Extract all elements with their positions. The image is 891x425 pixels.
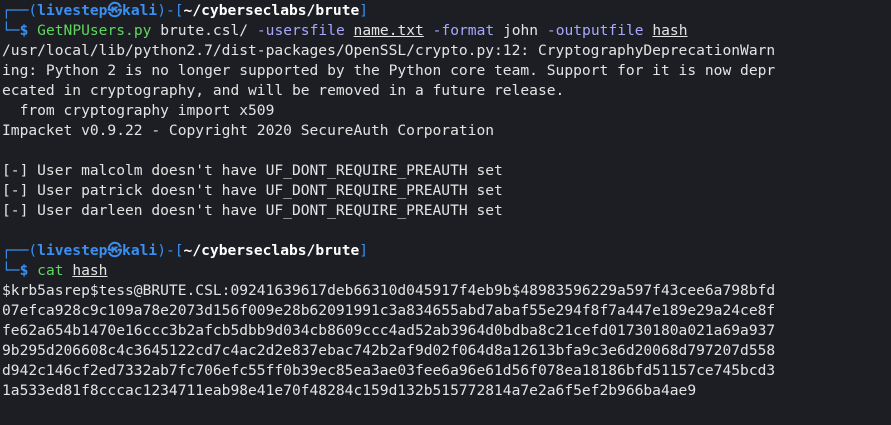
command-file: hash xyxy=(72,262,108,279)
output-line: ing: Python 2 is no longer supported by … xyxy=(2,62,776,79)
hash-output-line: 9b295d206608c4c3645122cd7c4ac2d2e837ebac… xyxy=(2,342,776,359)
command-line[interactable]: └─$ cat hash xyxy=(2,261,889,281)
output-line: /usr/local/lib/python2.7/dist-packages/O… xyxy=(2,42,776,59)
command-flag: -usersfile xyxy=(256,22,345,39)
prompt-user-host: livestep㉿kali xyxy=(37,242,158,259)
prompt-frame: )-[ xyxy=(157,2,184,19)
prompt-frame-close: ] xyxy=(359,2,369,19)
prompt-symbol: $ xyxy=(19,262,29,279)
hash-output-line: d942c146cf2ed7332ab7fc706efc55ff0b39ec85… xyxy=(2,362,776,379)
prompt-frame: )-[ xyxy=(157,242,184,259)
terminal-window[interactable]: ┌──(livestep㉿kali)-[~/cyberseclabs/brute… xyxy=(2,1,889,425)
hash-output-line: fe62a654b1470e16ccc3b2afcb5dbb9d034cb860… xyxy=(2,322,776,339)
command-arg: brute.csl/ xyxy=(160,22,249,39)
command-line[interactable]: └─$ GetNPUsers.py brute.csl/ -usersfile … xyxy=(2,21,889,41)
prompt-frame: └─ xyxy=(2,262,20,279)
output-line: [-] User darleen doesn't have UF_DONT_RE… xyxy=(2,202,503,219)
command-arg: john xyxy=(502,22,539,39)
command-name: cat xyxy=(37,262,64,279)
output-line: from cryptography import x509 xyxy=(2,102,275,119)
output-line: Impacket v0.9.22 - Copyright 2020 Secure… xyxy=(2,122,495,139)
command-output: /usr/local/lib/python2.7/dist-packages/O… xyxy=(2,41,889,241)
prompt-line-top: ┌──(livestep㉿kali)-[~/cyberseclabs/brute… xyxy=(2,1,889,21)
prompt-symbol: $ xyxy=(19,22,29,39)
output-line: [-] User patrick doesn't have UF_DONT_RE… xyxy=(2,182,503,199)
hash-output-line: $krb5asrep$tess@BRUTE.CSL:09241639617deb… xyxy=(2,282,776,299)
command-file: hash xyxy=(652,22,688,39)
output-line: ecated in cryptography, and will be remo… xyxy=(2,82,565,99)
hash-output-line: 1a533ed81f8cccac1234711eab98e41e70f48284… xyxy=(2,382,697,399)
command-flag: -outputfile xyxy=(546,22,644,39)
output-line: [-] User malcolm doesn't have UF_DONT_RE… xyxy=(2,162,503,179)
prompt-line-top: ┌──(livestep㉿kali)-[~/cyberseclabs/brute… xyxy=(2,241,889,261)
prompt-user-host: livestep㉿kali xyxy=(37,2,158,19)
command-flag: -format xyxy=(432,22,495,39)
prompt-path: ~/cyberseclabs/brute xyxy=(183,242,360,259)
prompt-path: ~/cyberseclabs/brute xyxy=(183,2,360,19)
prompt-frame: └─ xyxy=(2,22,20,39)
prompt-frame: ┌──( xyxy=(2,242,38,259)
prompt-frame: ┌──( xyxy=(2,2,38,19)
hash-output-line: 07efca928c9c109a78e2073d156f009e28b62091… xyxy=(2,302,776,319)
command-name: GetNPUsers.py xyxy=(37,22,152,39)
command-file: name.txt xyxy=(353,22,424,39)
prompt-frame-close: ] xyxy=(359,242,369,259)
command-output: $krb5asrep$tess@BRUTE.CSL:09241639617deb… xyxy=(2,281,889,401)
